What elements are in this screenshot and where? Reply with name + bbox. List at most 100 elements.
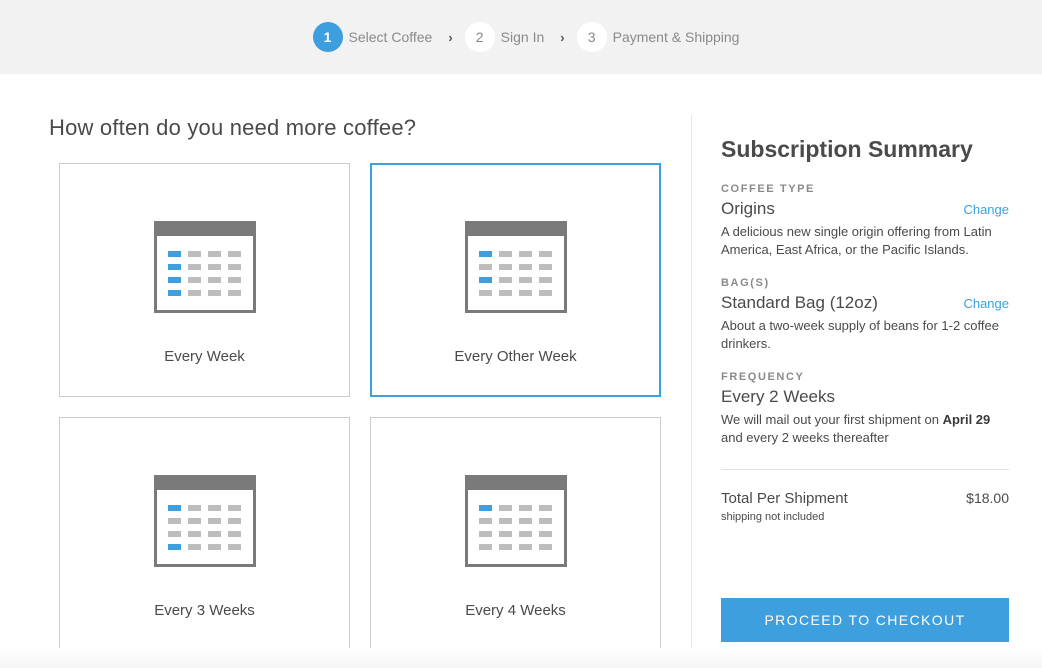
calendar-day-cell (228, 264, 241, 270)
bags-section: BAG(S) Standard Bag (12oz) Change About … (721, 277, 1009, 353)
calendar-day-cell (539, 544, 552, 550)
frequency-description: We will mail out your first shipment on … (721, 411, 1009, 447)
calendar-day-cell (519, 518, 532, 524)
calendar-day-cell (479, 277, 492, 283)
calendar-day-cell (168, 505, 181, 511)
subscription-summary: Subscription Summary COFFEE TYPE Origins… (721, 136, 1009, 523)
calendar-day-cell (519, 531, 532, 537)
change-bag-link[interactable]: Change (963, 296, 1009, 311)
calendar-day-cell (539, 264, 552, 270)
calendar-day-cell (188, 531, 201, 537)
change-coffee-type-link[interactable]: Change (963, 202, 1009, 217)
step-payment-shipping[interactable]: 3 Payment & Shipping (576, 22, 740, 52)
calendar-day-cell (188, 544, 201, 550)
calendar-day-cell (479, 264, 492, 270)
option-label: Every Other Week (454, 348, 577, 365)
calendar-day-cell (499, 505, 512, 511)
calendar-day-cell (499, 544, 512, 550)
option-label: Every 4 Weeks (465, 602, 566, 619)
proceed-to-checkout-button[interactable]: PROCEED TO CHECKOUT (721, 598, 1009, 642)
section-label: BAG(S) (721, 277, 770, 289)
shipping-note: shipping not included (721, 511, 825, 523)
calendar-day-cell (479, 505, 492, 511)
step-label: Select Coffee (348, 29, 433, 45)
calendar-day-cell (228, 531, 241, 537)
calendar-day-cell (188, 290, 201, 296)
calendar-day-cell (208, 277, 221, 283)
calendar-day-cell (539, 251, 552, 257)
calendar-day-cell (208, 251, 221, 257)
calendar-day-cell (519, 251, 532, 257)
calendar-day-cell (479, 290, 492, 296)
calendar-day-cell (479, 544, 492, 550)
calendar-day-cell (499, 264, 512, 270)
frequency-value: Every 2 Weeks (721, 387, 836, 406)
step-number: 2 (464, 22, 495, 52)
option-every-other-week[interactable]: Every Other Week (370, 163, 661, 397)
frequency-section: FREQUENCY Every 2 Weeks We will mail out… (721, 371, 1009, 447)
calendar-day-cell (228, 290, 241, 296)
calendar-day-cell (539, 518, 552, 524)
calendar-day-cell (499, 518, 512, 524)
step-label: Payment & Shipping (612, 29, 740, 45)
column-divider (691, 115, 692, 660)
calendar-day-cell (188, 518, 201, 524)
chevron-right-icon: › (448, 29, 453, 45)
total-row: Total Per Shipment $18.00 (721, 490, 1009, 507)
section-label: FREQUENCY (721, 371, 805, 383)
chevron-right-icon: › (560, 29, 565, 45)
option-every-4-weeks[interactable]: Every 4 Weeks (370, 417, 661, 651)
calendar-day-cell (168, 518, 181, 524)
step-label: Sign In (500, 29, 545, 45)
coffee-type-value: Origins (721, 199, 775, 218)
desc-text: and every 2 weeks thereafter (721, 430, 889, 445)
calendar-day-cell (228, 277, 241, 283)
steps: 1 Select Coffee › 2 Sign In › 3 Payment … (312, 22, 740, 52)
step-number: 1 (312, 22, 343, 52)
step-number: 3 (576, 22, 607, 52)
calendar-day-cell (499, 531, 512, 537)
calendar-day-cell (188, 505, 201, 511)
option-every-3-weeks[interactable]: Every 3 Weeks (59, 417, 350, 651)
desc-text: We will mail out your first shipment on (721, 412, 943, 427)
calendar-icon (154, 475, 256, 567)
bag-value: Standard Bag (12oz) (721, 293, 878, 312)
summary-title: Subscription Summary (721, 136, 973, 162)
total-label: Total Per Shipment (721, 490, 848, 507)
calendar-icon (465, 221, 567, 313)
option-every-week[interactable]: Every Week (59, 163, 350, 397)
calendar-day-cell (519, 264, 532, 270)
calendar-day-cell (168, 544, 181, 550)
section-label: COFFEE TYPE (721, 183, 815, 195)
calendar-day-cell (188, 251, 201, 257)
calendar-day-cell (539, 505, 552, 511)
step-select-coffee[interactable]: 1 Select Coffee (312, 22, 433, 52)
bag-description: About a two-week supply of beans for 1-2… (721, 318, 999, 351)
calendar-day-cell (479, 251, 492, 257)
calendar-day-cell (208, 544, 221, 550)
calendar-day-cell (499, 290, 512, 296)
calendar-day-cell (519, 505, 532, 511)
checkout-stepper: 1 Select Coffee › 2 Sign In › 3 Payment … (0, 0, 1042, 74)
calendar-day-cell (519, 277, 532, 283)
calendar-day-cell (208, 290, 221, 296)
calendar-icon (465, 475, 567, 567)
calendar-day-cell (539, 531, 552, 537)
frequency-question: How often do you need more coffee? (49, 115, 417, 140)
calendar-day-cell (519, 290, 532, 296)
page-bottom-fade (0, 648, 1042, 668)
calendar-day-cell (228, 251, 241, 257)
first-shipment-date: April 29 (942, 412, 991, 427)
calendar-icon (154, 221, 256, 313)
calendar-day-cell (499, 251, 512, 257)
calendar-day-cell (168, 251, 181, 257)
calendar-day-cell (188, 264, 201, 270)
calendar-day-cell (168, 264, 181, 270)
calendar-day-cell (539, 290, 552, 296)
calendar-day-cell (208, 505, 221, 511)
step-sign-in[interactable]: 2 Sign In (464, 22, 545, 52)
calendar-day-cell (168, 531, 181, 537)
calendar-day-cell (479, 518, 492, 524)
calendar-day-cell (499, 277, 512, 283)
option-label: Every Week (164, 348, 245, 365)
